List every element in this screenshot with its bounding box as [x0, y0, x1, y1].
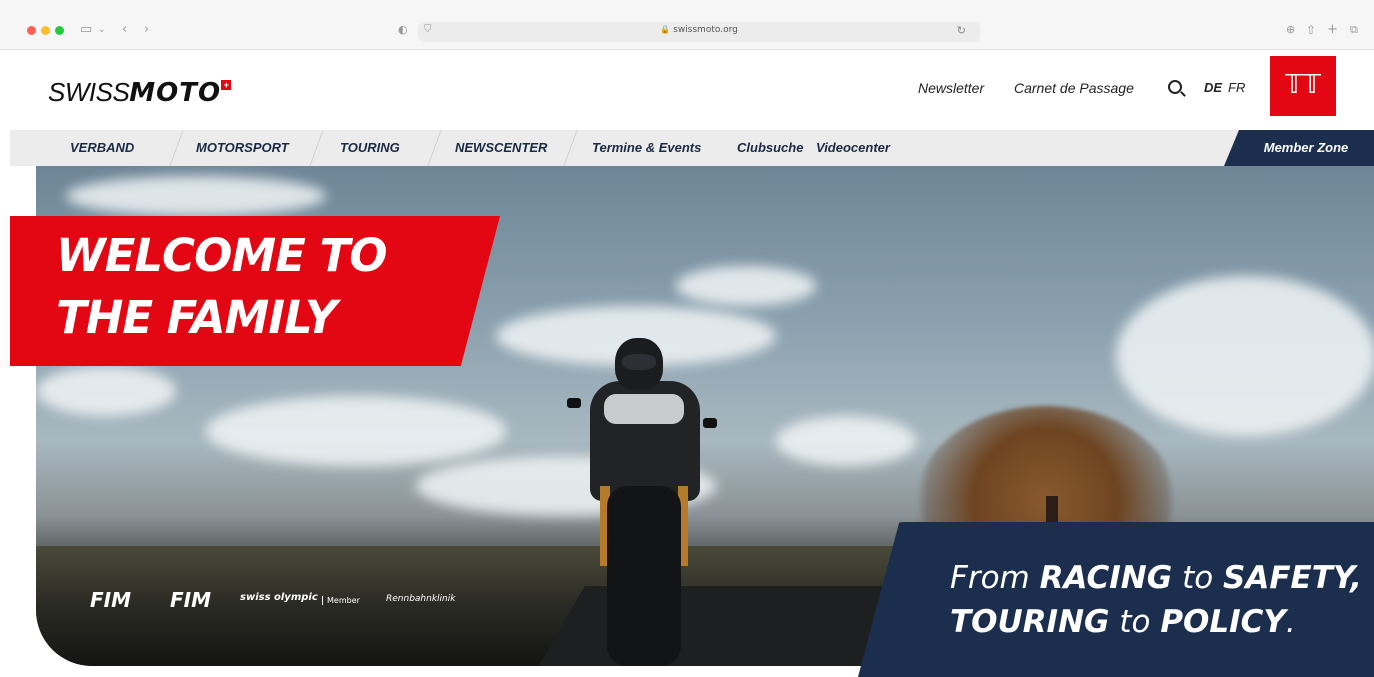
tagline-box: [858, 522, 1374, 677]
newsletter-link[interactable]: Newsletter: [918, 80, 984, 96]
nav-separator: [309, 130, 324, 166]
search-icon[interactable]: [1168, 80, 1182, 94]
cloud: [206, 396, 506, 466]
sidebar-toggle-icon[interactable]: ▭: [80, 20, 92, 40]
cloud: [1116, 276, 1374, 436]
bike-mirror: [703, 418, 717, 428]
cloud: [36, 366, 176, 416]
nav-item-termine-events[interactable]: Termine & Events: [592, 130, 701, 166]
nav-item-motorsport[interactable]: MOTORSPORT: [196, 130, 289, 166]
swiss-flag-badge[interactable]: 𝕋𝕋: [1270, 56, 1336, 116]
nav-item-videocenter[interactable]: Videocenter: [816, 130, 890, 166]
motorcycle: [607, 486, 681, 666]
tab-overview-icon[interactable]: ⧉: [1350, 20, 1358, 40]
nav-separator: [563, 130, 578, 166]
nav-item-touring[interactable]: TOURING: [340, 130, 400, 166]
address-bar[interactable]: ⛉ 🔒 swissmoto.org ↻: [418, 22, 980, 42]
chevron-down-icon[interactable]: ⌄: [98, 20, 106, 40]
cloud: [776, 416, 916, 466]
tagline-word: SAFETY,: [1223, 560, 1362, 596]
logo-plus-icon: +: [221, 80, 232, 90]
nav-item-newscenter[interactable]: NEWSCENTER: [455, 130, 547, 166]
fim-europe-logo[interactable]: FIM: [170, 588, 211, 612]
welcome-line-2: THE FAMILY: [56, 291, 337, 344]
carnet-de-passage-link[interactable]: Carnet de Passage: [1014, 80, 1134, 96]
language-fr[interactable]: FR: [1228, 80, 1245, 95]
tagline-line-2: TOURING to POLICY.: [950, 604, 1296, 640]
fim-logo[interactable]: FIM: [90, 588, 131, 612]
download-icon[interactable]: ⊕: [1286, 20, 1295, 40]
site-header: SWISSMOTO + Newsletter Carnet de Passage …: [10, 50, 1374, 130]
browser-chrome: ▭ ⌄ ‹ › ◐ ⛉ 🔒 swissmoto.org ↻ ⊕ ⇧ + ⧉: [0, 0, 1374, 50]
tagline-word: TOURING: [950, 604, 1110, 640]
forward-arrow-icon[interactable]: ›: [144, 20, 149, 40]
swissmoto-logo[interactable]: SWISSMOTO +: [48, 77, 232, 108]
cloud: [66, 176, 326, 216]
tagline-word: POLICY: [1160, 604, 1286, 640]
tagline-word: RACING: [1039, 560, 1173, 596]
nav-separator: [169, 130, 184, 166]
address-bar-url: 🔒 swissmoto.org: [418, 25, 980, 35]
share-icon[interactable]: ⇧: [1306, 20, 1316, 40]
bike-mirror: [567, 398, 581, 408]
tagline-word: .: [1285, 604, 1296, 640]
rennbahnklinik-logo[interactable]: Rennbahnklinik: [386, 594, 455, 604]
tagline-line-1: From RACING to SAFETY,: [950, 560, 1362, 596]
reload-icon[interactable]: ↻: [957, 24, 966, 37]
close-window-button[interactable]: [27, 26, 36, 35]
tagline-word: From: [950, 560, 1030, 596]
logo-text-moto: MOTO: [129, 78, 222, 108]
rider-jacket-stripe: [604, 394, 684, 424]
new-tab-icon[interactable]: +: [1327, 20, 1338, 40]
language-de[interactable]: DE: [1204, 80, 1222, 95]
logo-text-swiss: SWISS: [48, 77, 130, 107]
lock-icon: 🔒: [660, 25, 671, 34]
privacy-icon[interactable]: ◐: [398, 20, 408, 40]
tagline-word: to: [1182, 560, 1214, 596]
nav-separator: [427, 130, 442, 166]
minimize-window-button[interactable]: [41, 26, 50, 35]
brand-mark-icon: 𝕋𝕋: [1284, 70, 1322, 100]
url-text: swissmoto.org: [673, 25, 738, 35]
back-arrow-icon[interactable]: ‹: [122, 20, 127, 40]
nav-item-verband[interactable]: VERBAND: [70, 130, 134, 166]
swiss-olympic-logo[interactable]: swiss olympic: [240, 592, 318, 603]
cloud: [676, 266, 816, 306]
maximize-window-button[interactable]: [55, 26, 64, 35]
main-nav: VERBAND MOTORSPORT TOURING NEWSCENTER Te…: [10, 130, 1374, 166]
welcome-line-1: WELCOME TO: [56, 229, 387, 282]
member-zone-button[interactable]: Member Zone: [1224, 130, 1374, 166]
rider-visor: [622, 354, 656, 370]
member-zone-label: Member Zone: [1263, 140, 1349, 155]
tagline-word: to: [1119, 604, 1151, 640]
nav-item-clubsuche[interactable]: Clubsuche: [737, 130, 803, 166]
swiss-olympic-member-label: Member: [322, 596, 360, 605]
